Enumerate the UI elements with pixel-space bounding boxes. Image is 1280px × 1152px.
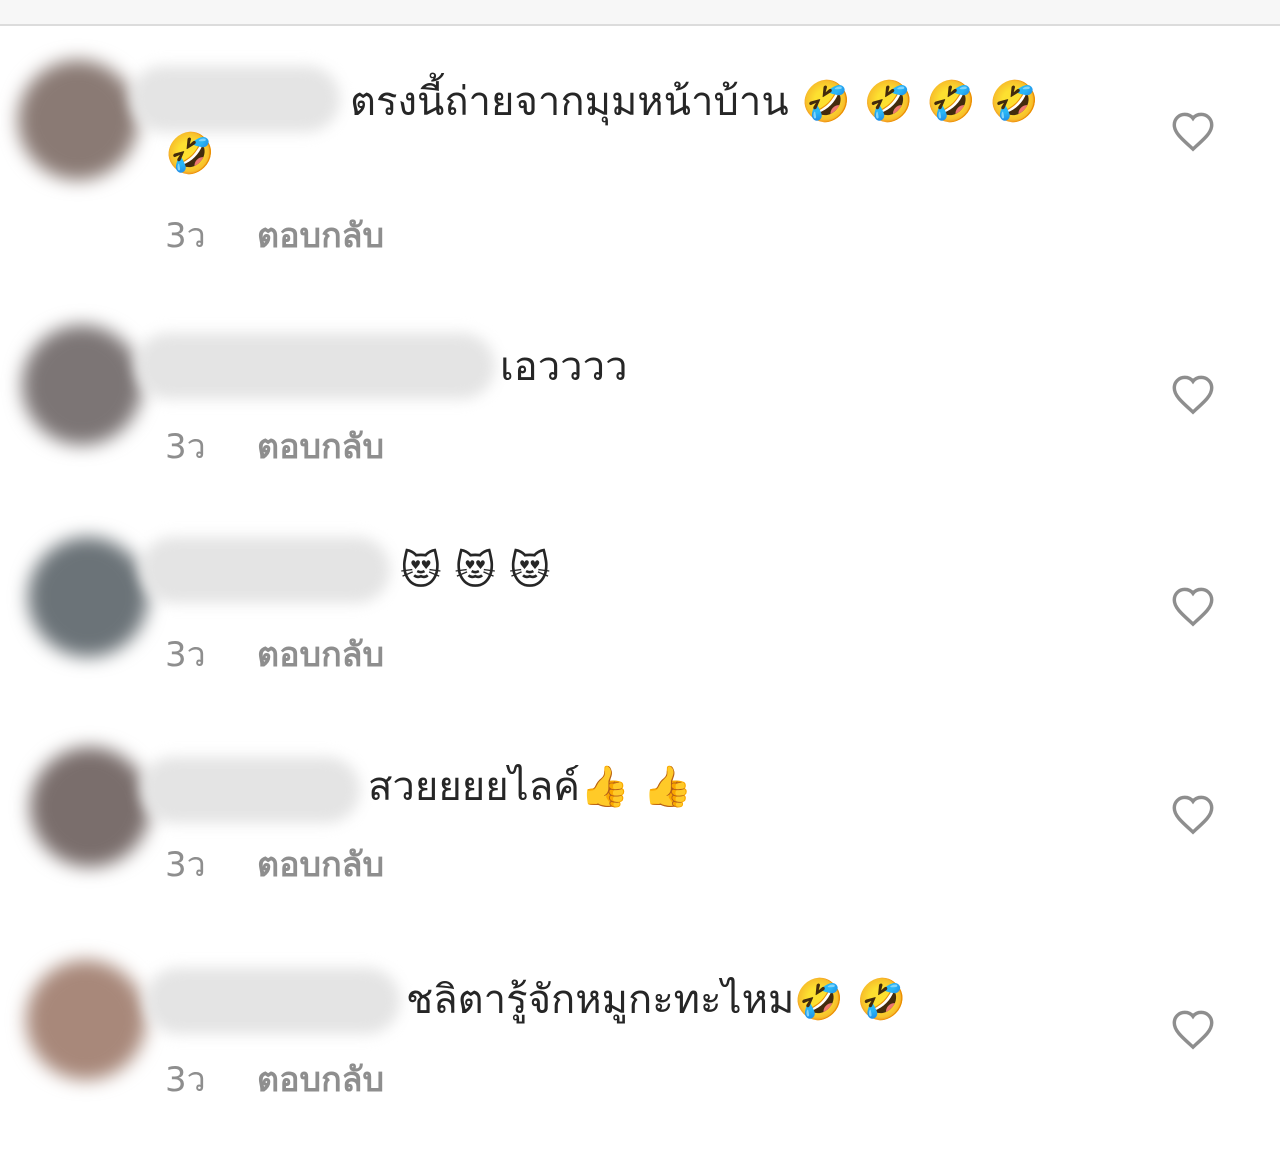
comment-time: 3ว xyxy=(165,427,206,467)
comment-item: เอวววว 3ว ตอบกลับ xyxy=(0,305,1280,505)
avatar[interactable] xyxy=(18,60,138,180)
reply-button[interactable]: ตอบกลับ xyxy=(257,208,384,262)
avatar[interactable] xyxy=(30,747,150,867)
comment-text: สวยยยยไลค์👍 👍 xyxy=(368,761,692,813)
username-blurred[interactable] xyxy=(130,66,340,132)
comment-time: 3ว xyxy=(165,1060,206,1100)
username-blurred[interactable] xyxy=(135,333,495,399)
comment-body: ตรงนี้ถ่ายจากมุมหน้าบ้าน xyxy=(350,79,789,125)
reply-button[interactable]: ตอบกลับ xyxy=(257,419,384,473)
avatar[interactable] xyxy=(22,325,142,445)
reply-button[interactable]: ตอบกลับ xyxy=(257,1052,384,1106)
reply-button[interactable]: ตอบกลับ xyxy=(257,837,384,891)
comment-text: ชลิตารู้จักหมูกะทะไหม🤣 🤣 xyxy=(406,974,907,1026)
heart-outline-icon[interactable] xyxy=(1170,110,1216,152)
rofl-emoji: 🤣 xyxy=(165,131,215,177)
avatar[interactable] xyxy=(28,537,148,657)
top-bar xyxy=(0,0,1280,26)
comment-text: เอวววว xyxy=(500,341,628,393)
rofl-emoji: 🤣 🤣 xyxy=(794,977,907,1023)
comment-item: ชลิตารู้จักหมูกะทะไหม🤣 🤣 3ว ตอบกลับ xyxy=(0,940,1280,1140)
comment-text: ตรงนี้ถ่ายจากมุมหน้าบ้าน 🤣 🤣 🤣 🤣 xyxy=(350,76,1039,128)
heart-outline-icon[interactable] xyxy=(1170,373,1216,415)
username-blurred[interactable] xyxy=(140,537,390,603)
comment-item: ตรงนี้ถ่ายจากมุมหน้าบ้าน 🤣 🤣 🤣 🤣 🤣 3ว ตอ… xyxy=(0,50,1280,256)
heart-eyes-cat-emoji: 😻 😻 😻 xyxy=(400,548,551,594)
comment-body: ชลิตารู้จักหมูกะทะไหม xyxy=(406,977,795,1023)
comment-time: 3ว xyxy=(165,216,206,256)
thumbs-up-emoji: 👍 👍 xyxy=(580,764,693,810)
username-blurred[interactable] xyxy=(145,968,400,1034)
comment-item: 😻 😻 😻 3ว ตอบกลับ xyxy=(0,515,1280,715)
heart-outline-icon[interactable] xyxy=(1170,1008,1216,1050)
comment-body: เอวววว xyxy=(500,344,628,390)
comment-item: สวยยยยไลค์👍 👍 3ว ตอบกลับ xyxy=(0,725,1280,925)
comment-time: 3ว xyxy=(165,635,206,675)
reply-button[interactable]: ตอบกลับ xyxy=(257,627,384,681)
avatar[interactable] xyxy=(26,960,146,1080)
heart-outline-icon[interactable] xyxy=(1170,793,1216,835)
comment-time: 3ว xyxy=(165,845,206,885)
heart-outline-icon[interactable] xyxy=(1170,585,1216,627)
comment-body: สวยยยยไลค์ xyxy=(368,764,581,810)
rofl-emoji: 🤣 🤣 🤣 🤣 xyxy=(801,79,1039,125)
username-blurred[interactable] xyxy=(140,757,360,823)
comment-text-continued: 🤣 xyxy=(165,128,215,180)
comment-text: 😻 😻 😻 xyxy=(400,545,551,597)
